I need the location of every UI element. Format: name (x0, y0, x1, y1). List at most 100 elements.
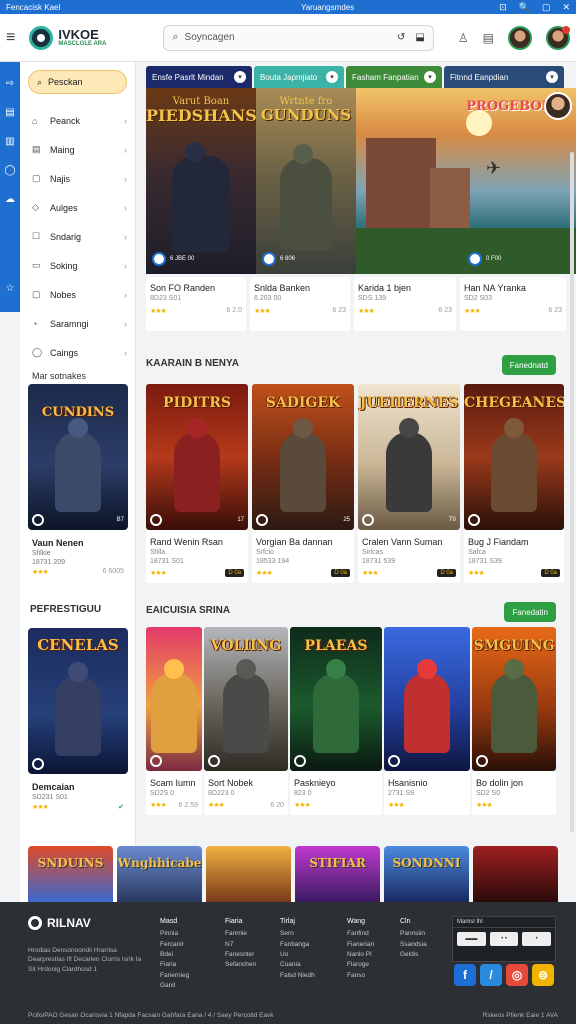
tab[interactable]: Bouta Japmjiato ▾ (254, 66, 344, 88)
instagram-icon[interactable]: ◎ (506, 964, 528, 986)
strip-game-tile[interactable] (206, 846, 291, 902)
rail-bulb-icon[interactable]: ◯ (4, 165, 15, 176)
game-card[interactable]: PIDITRS 17 Rand Wenin Rsan Sfilla 18731 S01 ★… (146, 384, 248, 583)
footer-link[interactable]: N7 (225, 940, 256, 950)
slash-icon[interactable]: / (480, 964, 502, 986)
footer-links[interactable]: Pcifo/PAO Gesan Ocarisvia 1 Nfapda Facsa… (28, 1012, 274, 1019)
profile-avatar[interactable] (545, 25, 570, 50)
game-card[interactable]: JUEIIERNES T0 Cralen Vann Suman Sirlcas 1873… (358, 384, 460, 583)
menu-icon[interactable]: ≡ (6, 29, 23, 47)
chat-icon[interactable]: ⊜ (532, 964, 554, 986)
hero-panel[interactable]: Wrtnte fro GUNDUNS 6 806 (256, 88, 356, 274)
sidebar-search-pill[interactable]: ⌕ Pesckan (28, 70, 127, 94)
footer-link[interactable]: Fiaria (160, 960, 189, 970)
sidebar-item[interactable]: ☐ Sndarig › (20, 222, 135, 251)
strip-game-tile[interactable] (473, 846, 558, 902)
footer-link[interactable]: Flaroge (347, 960, 374, 970)
facebook-icon[interactable]: f (454, 964, 476, 986)
logo[interactable]: IVKOE MASCLGLE ARA (29, 25, 135, 50)
sidebar-item[interactable]: ⌂ Peanck › (20, 106, 135, 135)
app-button[interactable]: • (522, 932, 552, 946)
footer-link[interactable]: Geldis (400, 950, 427, 960)
strip-game-tile[interactable]: Wnghhicabe (117, 846, 202, 902)
search-input[interactable]: ⌕ Soyncagen ↺ ⬓ (163, 24, 434, 51)
footer-link[interactable]: Pinnia (160, 929, 189, 939)
app-button[interactable]: • • (489, 932, 519, 946)
sidebar-settings-label[interactable]: Mar sotnakes (20, 367, 135, 385)
footer-link[interactable]: Pannsiin (400, 929, 427, 939)
footer-link[interactable]: Uo (280, 950, 315, 960)
footer-column-heading: Tirlaj (280, 918, 295, 925)
rail-cloud-icon[interactable]: ☁ (5, 194, 15, 205)
sidebar-feature-card[interactable]: CENELAS Demcaian SD231 S01 ★★★ ✔ (28, 628, 128, 813)
sidebar-item[interactable]: ◯ Caings › (20, 338, 135, 367)
tab[interactable]: Fasham Fanpatian ▾ (346, 66, 442, 88)
card-title: Scam Iumn (150, 778, 196, 788)
rail-book-icon[interactable]: ▥ (5, 136, 14, 147)
footer-link[interactable]: Falsd Niedh (280, 971, 315, 981)
footer-link[interactable]: Sern (280, 929, 315, 939)
card-footer: ★★★ (388, 801, 466, 809)
strip-game-tile[interactable]: SNDUINS (28, 846, 113, 902)
strip-game-tile[interactable]: SONDNNI (384, 846, 469, 902)
rating-stars: ★★★ (208, 802, 225, 809)
upload-icon[interactable]: ⬓ (415, 32, 424, 43)
maximize-icon[interactable]: ▢ (542, 2, 551, 13)
footer-link[interactable]: Nanlo Pl (347, 950, 374, 960)
game-card[interactable]: SADIGEK 25 Vorgian Ba dannan Srfcio 18533 19… (252, 384, 354, 583)
window-icon[interactable]: ⊡ (499, 2, 507, 13)
hero-panel[interactable]: PROGEBOIE ✈ 0 F00 (356, 88, 576, 274)
footer-link[interactable]: Bdei (160, 950, 189, 960)
avatar[interactable] (507, 25, 532, 50)
footer-link[interactable]: Fianerian (347, 940, 374, 950)
footer-link[interactable]: Sefanchen (225, 960, 256, 970)
sidebar-item[interactable]: ▢ Nobes › (20, 280, 135, 309)
sidebar-item[interactable]: ◔ Saramngi › (20, 309, 135, 338)
sidebar-feature-card[interactable]: CUNDINS B7 Vaun Nenen Sfilkie 18731 209 … (28, 384, 128, 578)
game-card[interactable]: Scam Iumn SD2S 0 ★★★ 6 2.59 (146, 627, 202, 815)
rail-star-icon[interactable]: ☆ (6, 283, 15, 294)
game-card[interactable]: Hsanisnio 2731 S9 ★★★ (384, 627, 470, 815)
document-icon[interactable]: ▤ (483, 31, 494, 45)
refresh-icon[interactable]: ↺ (397, 32, 405, 43)
footer-link[interactable]: Fanfind (347, 929, 374, 939)
search-icon[interactable]: 🔍 (519, 2, 530, 13)
sidebar-item[interactable]: ▤ Maing › (20, 135, 135, 164)
tab[interactable]: Ensfe Pasrlt Mindan ▾ (146, 66, 252, 88)
rail-list-icon[interactable]: ▤ (5, 107, 14, 118)
game-card[interactable]: SMGUING Bo dolin jon SD2 S0 ★★★ (472, 627, 556, 815)
sidebar-item[interactable]: ◇ Aulges › (20, 193, 135, 222)
footer-link[interactable]: Fanesnter (225, 950, 256, 960)
footer-link[interactable]: Cuania (280, 960, 315, 970)
hero-panel[interactable]: Varut Boan PIEDSHANS 6 JBE 00 (146, 88, 256, 274)
streamer-avatar[interactable] (544, 92, 572, 120)
footer-link[interactable]: Fanernieg (160, 971, 189, 981)
section-action-button[interactable]: Fanednatd (501, 355, 556, 375)
sidebar-item[interactable]: ▭ Soking › (20, 251, 135, 280)
user-icon[interactable]: ♙ (458, 31, 469, 45)
card-art-footer (388, 755, 466, 767)
section-action-button[interactable]: Fanedatin (504, 602, 556, 622)
hero-caption[interactable]: Han NA Yranka SD2 S03 ★★★ 6 23 (460, 277, 566, 331)
footer-logo[interactable]: RILNAV (28, 916, 91, 930)
footer-link[interactable]: Ssandsia (400, 940, 427, 950)
hero-banner[interactable]: Varut Boan PIEDSHANS 6 JBE 00 Wrtnte fro… (146, 88, 576, 274)
game-card[interactable]: VOLIING Sort Nobek 8D223 0 ★★★ 6 20 (204, 627, 288, 815)
footer-link[interactable]: Ganil (160, 981, 189, 991)
game-card[interactable]: CHEGEANES Bug J Fiandam Safca 18731 S39 ★★★ D… (464, 384, 564, 583)
app-button[interactable]: ▬▬ (457, 932, 486, 946)
sidebar-item[interactable]: ▢ Najis › (20, 164, 135, 193)
scrollbar[interactable] (570, 152, 574, 832)
strip-game-tile[interactable]: STIFIAR (295, 846, 380, 902)
rail-home-icon[interactable]: ⇨ (6, 78, 14, 89)
footer-link[interactable]: Fanbanga (280, 940, 315, 950)
close-icon[interactable]: ✕ (562, 2, 570, 13)
game-card[interactable]: PLAEAS Pasknieyo 823 0 ★★★ (290, 627, 382, 815)
footer-link[interactable]: Fanrnie (225, 929, 256, 939)
hero-caption[interactable]: Snlda Banken 6.203 00 ★★★ 6 23 (250, 277, 350, 331)
footer-link[interactable]: Fanso (347, 971, 374, 981)
hero-caption[interactable]: Karida 1 bjen SDS 139 ★★★ 6 23 (354, 277, 456, 331)
tab[interactable]: Fitnnd Eanpdian ▾ (444, 66, 564, 88)
footer-link[interactable]: Fercanir (160, 940, 189, 950)
hero-caption[interactable]: Son FO Randen 8D23 S01 ★★★ 6 2.0 (146, 277, 246, 331)
